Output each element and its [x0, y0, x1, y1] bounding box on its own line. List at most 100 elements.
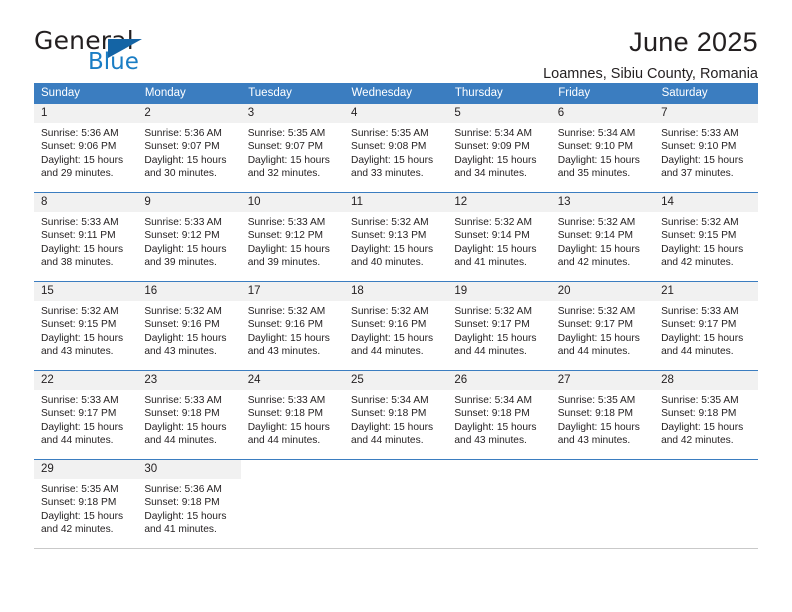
day-number: 2: [137, 104, 241, 123]
day-details: Sunrise: 5:36 AM Sunset: 9:06 PM Daylight:…: [34, 123, 137, 181]
day-cell[interactable]: 13 Sunrise: 5:32 AM Sunset: 9:14 PM Dayligh…: [550, 193, 655, 281]
day-details: Sunrise: 5:33 AM Sunset: 9:12 PM Daylight:…: [137, 212, 240, 270]
day-cell[interactable]: 26 Sunrise: 5:34 AM Sunset: 9:18 PM Dayligh…: [447, 371, 551, 459]
sunrise-text: Sunrise: 5:33 AM: [247, 395, 326, 406]
daylight-text-line1: Daylight: 15 hours: [144, 332, 227, 344]
day-cell[interactable]: 22 Sunrise: 5:33 AM Sunset: 9:17 PM Dayligh…: [34, 371, 138, 459]
weekday-header-friday: Friday: [550, 83, 655, 104]
day-details: Sunrise: 5:35 AM Sunset: 9:18 PM Daylight:…: [654, 390, 757, 448]
day-cell[interactable]: 10 Sunrise: 5:33 AM Sunset: 9:12 PM Dayligh…: [240, 193, 345, 281]
calendar-cell: 12 Sunrise: 5:32 AM Sunset: 9:14 PM Dayligh…: [447, 192, 551, 282]
day-cell[interactable]: 7 Sunrise: 5:33 AM Sunset: 9:10 PM Daylight…: [654, 104, 758, 192]
brand-name-blue: Blue: [88, 49, 139, 75]
sunset-text: Sunset: 9:10 PM: [557, 141, 634, 153]
calendar-cell: 7 Sunrise: 5:33 AM Sunset: 9:10 PM Daylight…: [654, 103, 758, 193]
weekday-header-monday: Monday: [137, 83, 242, 104]
daylight-text-line1: Daylight: 15 hours: [41, 154, 124, 166]
calendar-bottom-rule: [34, 548, 758, 549]
calendar-cell: 29 Sunrise: 5:35 AM Sunset: 9:18 PM Dayligh…: [34, 459, 138, 548]
calendar-cell: 30 Sunrise: 5:36 AM Sunset: 9:18 PM Dayligh…: [137, 459, 241, 548]
daylight-text-line1: Daylight: 15 hours: [41, 332, 124, 344]
day-cell[interactable]: 16 Sunrise: 5:32 AM Sunset: 9:16 PM Dayligh…: [137, 282, 241, 370]
sunset-text: Sunset: 9:14 PM: [454, 230, 530, 242]
day-cell[interactable]: 5 Sunrise: 5:34 AM Sunset: 9:09 PM Daylight…: [447, 104, 551, 192]
day-number: 28: [654, 371, 758, 390]
day-number: 16: [137, 282, 241, 301]
day-details: [241, 479, 344, 483]
day-details: Sunrise: 5:32 AM Sunset: 9:16 PM Daylight:…: [344, 301, 447, 359]
sunrise-text: Sunrise: 5:33 AM: [41, 395, 119, 406]
day-cell[interactable]: 1 Sunrise: 5:36 AM Sunset: 9:06 PM Daylight…: [34, 104, 138, 192]
calendar-cell: 9 Sunrise: 5:33 AM Sunset: 9:12 PM Daylight…: [137, 192, 241, 282]
daylight-text-line1: Daylight: 15 hours: [247, 332, 330, 344]
weekday-header-tuesday: Tuesday: [240, 83, 345, 104]
calendar-week-row: 22 Sunrise: 5:33 AM Sunset: 9:17 PM Dayligh…: [34, 370, 758, 460]
day-details: [447, 479, 550, 483]
day-cell[interactable]: 24 Sunrise: 5:33 AM Sunset: 9:18 PM Dayligh…: [240, 371, 345, 459]
day-cell[interactable]: 21 Sunrise: 5:33 AM Sunset: 9:17 PM Dayligh…: [654, 282, 758, 370]
calendar-cell: 2 Sunrise: 5:36 AM Sunset: 9:07 PM Daylight…: [137, 103, 241, 193]
day-details: Sunrise: 5:33 AM Sunset: 9:18 PM Daylight:…: [241, 390, 344, 448]
sunrise-text: Sunrise: 5:33 AM: [144, 217, 222, 228]
calendar-cell: 16 Sunrise: 5:32 AM Sunset: 9:16 PM Dayligh…: [137, 281, 241, 371]
day-number: 23: [137, 371, 241, 390]
day-cell[interactable]: 9 Sunrise: 5:33 AM Sunset: 9:12 PM Daylight…: [137, 193, 241, 281]
day-cell[interactable]: 15 Sunrise: 5:32 AM Sunset: 9:15 PM Dayligh…: [34, 282, 138, 370]
day-cell[interactable]: 4 Sunrise: 5:35 AM Sunset: 9:08 PM Daylight…: [344, 104, 448, 192]
daylight-text-line2: and 42 minutes.: [661, 257, 734, 269]
sunrise-text: Sunrise: 5:34 AM: [454, 128, 532, 139]
sunset-text: Sunset: 9:17 PM: [41, 408, 117, 420]
sunset-text: Sunset: 9:12 PM: [247, 230, 324, 242]
daylight-text-line1: Daylight: 15 hours: [144, 510, 227, 522]
page-header: General Blue June 2025 Loamnes, Sibiu Co…: [34, 0, 758, 82]
day-cell[interactable]: 18 Sunrise: 5:32 AM Sunset: 9:16 PM Dayligh…: [344, 282, 448, 370]
empty-day-cell: [240, 460, 345, 548]
day-number: 26: [447, 371, 551, 390]
day-details: [654, 479, 757, 483]
day-number: 25: [344, 371, 448, 390]
day-number: 15: [34, 282, 138, 301]
sunrise-text: Sunrise: 5:33 AM: [661, 128, 739, 139]
day-cell[interactable]: 2 Sunrise: 5:36 AM Sunset: 9:07 PM Daylight…: [137, 104, 241, 192]
day-cell[interactable]: 3 Sunrise: 5:35 AM Sunset: 9:07 PM Daylight…: [240, 104, 345, 192]
day-cell[interactable]: 29 Sunrise: 5:35 AM Sunset: 9:18 PM Dayligh…: [34, 460, 138, 548]
daylight-text-line2: and 43 minutes.: [144, 346, 217, 358]
sunset-text: Sunset: 9:16 PM: [247, 319, 324, 331]
day-cell[interactable]: 11 Sunrise: 5:32 AM Sunset: 9:13 PM Dayligh…: [344, 193, 448, 281]
day-details: Sunrise: 5:34 AM Sunset: 9:18 PM Daylight:…: [344, 390, 447, 448]
brand-logo[interactable]: General Blue: [34, 26, 214, 75]
day-cell[interactable]: 25 Sunrise: 5:34 AM Sunset: 9:18 PM Dayligh…: [344, 371, 448, 459]
calendar-page: General Blue June 2025 Loamnes, Sibiu Co…: [0, 0, 792, 612]
day-cell[interactable]: 6 Sunrise: 5:34 AM Sunset: 9:10 PM Daylight…: [550, 104, 655, 192]
day-cell[interactable]: 30 Sunrise: 5:36 AM Sunset: 9:18 PM Dayligh…: [137, 460, 241, 548]
calendar-cell: 15 Sunrise: 5:32 AM Sunset: 9:15 PM Dayligh…: [34, 281, 138, 371]
day-cell[interactable]: 20 Sunrise: 5:32 AM Sunset: 9:17 PM Dayligh…: [550, 282, 655, 370]
daylight-text-line2: and 41 minutes.: [144, 524, 217, 536]
sunrise-text: Sunrise: 5:33 AM: [247, 217, 326, 228]
day-cell[interactable]: 28 Sunrise: 5:35 AM Sunset: 9:18 PM Dayligh…: [654, 371, 758, 459]
day-cell[interactable]: 8 Sunrise: 5:33 AM Sunset: 9:11 PM Daylight…: [34, 193, 138, 281]
day-details: [551, 479, 654, 483]
day-number: 30: [137, 460, 241, 479]
day-details: Sunrise: 5:33 AM Sunset: 9:17 PM Daylight:…: [654, 301, 757, 359]
sunrise-text: Sunrise: 5:32 AM: [557, 217, 636, 228]
daylight-text-line1: Daylight: 15 hours: [557, 243, 640, 255]
daylight-text-line1: Daylight: 15 hours: [557, 154, 640, 166]
daylight-text-line1: Daylight: 15 hours: [351, 154, 434, 166]
daylight-text-line2: and 43 minutes.: [41, 346, 114, 358]
day-cell[interactable]: 12 Sunrise: 5:32 AM Sunset: 9:14 PM Dayligh…: [447, 193, 551, 281]
day-cell[interactable]: 19 Sunrise: 5:32 AM Sunset: 9:17 PM Dayligh…: [447, 282, 551, 370]
daylight-text-line1: Daylight: 15 hours: [661, 154, 744, 166]
day-details: Sunrise: 5:32 AM Sunset: 9:14 PM Daylight:…: [551, 212, 654, 270]
sunset-text: Sunset: 9:18 PM: [41, 497, 117, 509]
day-cell[interactable]: 23 Sunrise: 5:33 AM Sunset: 9:18 PM Dayligh…: [137, 371, 241, 459]
sunset-text: Sunset: 9:18 PM: [144, 497, 220, 509]
day-cell[interactable]: 27 Sunrise: 5:35 AM Sunset: 9:18 PM Dayligh…: [550, 371, 655, 459]
sunrise-text: Sunrise: 5:32 AM: [144, 306, 222, 317]
sunrise-text: Sunrise: 5:32 AM: [351, 217, 429, 228]
day-cell[interactable]: 17 Sunrise: 5:32 AM Sunset: 9:16 PM Dayligh…: [240, 282, 345, 370]
calendar-week-row: 8 Sunrise: 5:33 AM Sunset: 9:11 PM Daylight…: [34, 192, 758, 282]
day-cell[interactable]: 14 Sunrise: 5:32 AM Sunset: 9:15 PM Dayligh…: [654, 193, 758, 281]
daylight-text-line2: and 43 minutes.: [454, 435, 527, 447]
sunset-text: Sunset: 9:09 PM: [454, 141, 530, 153]
